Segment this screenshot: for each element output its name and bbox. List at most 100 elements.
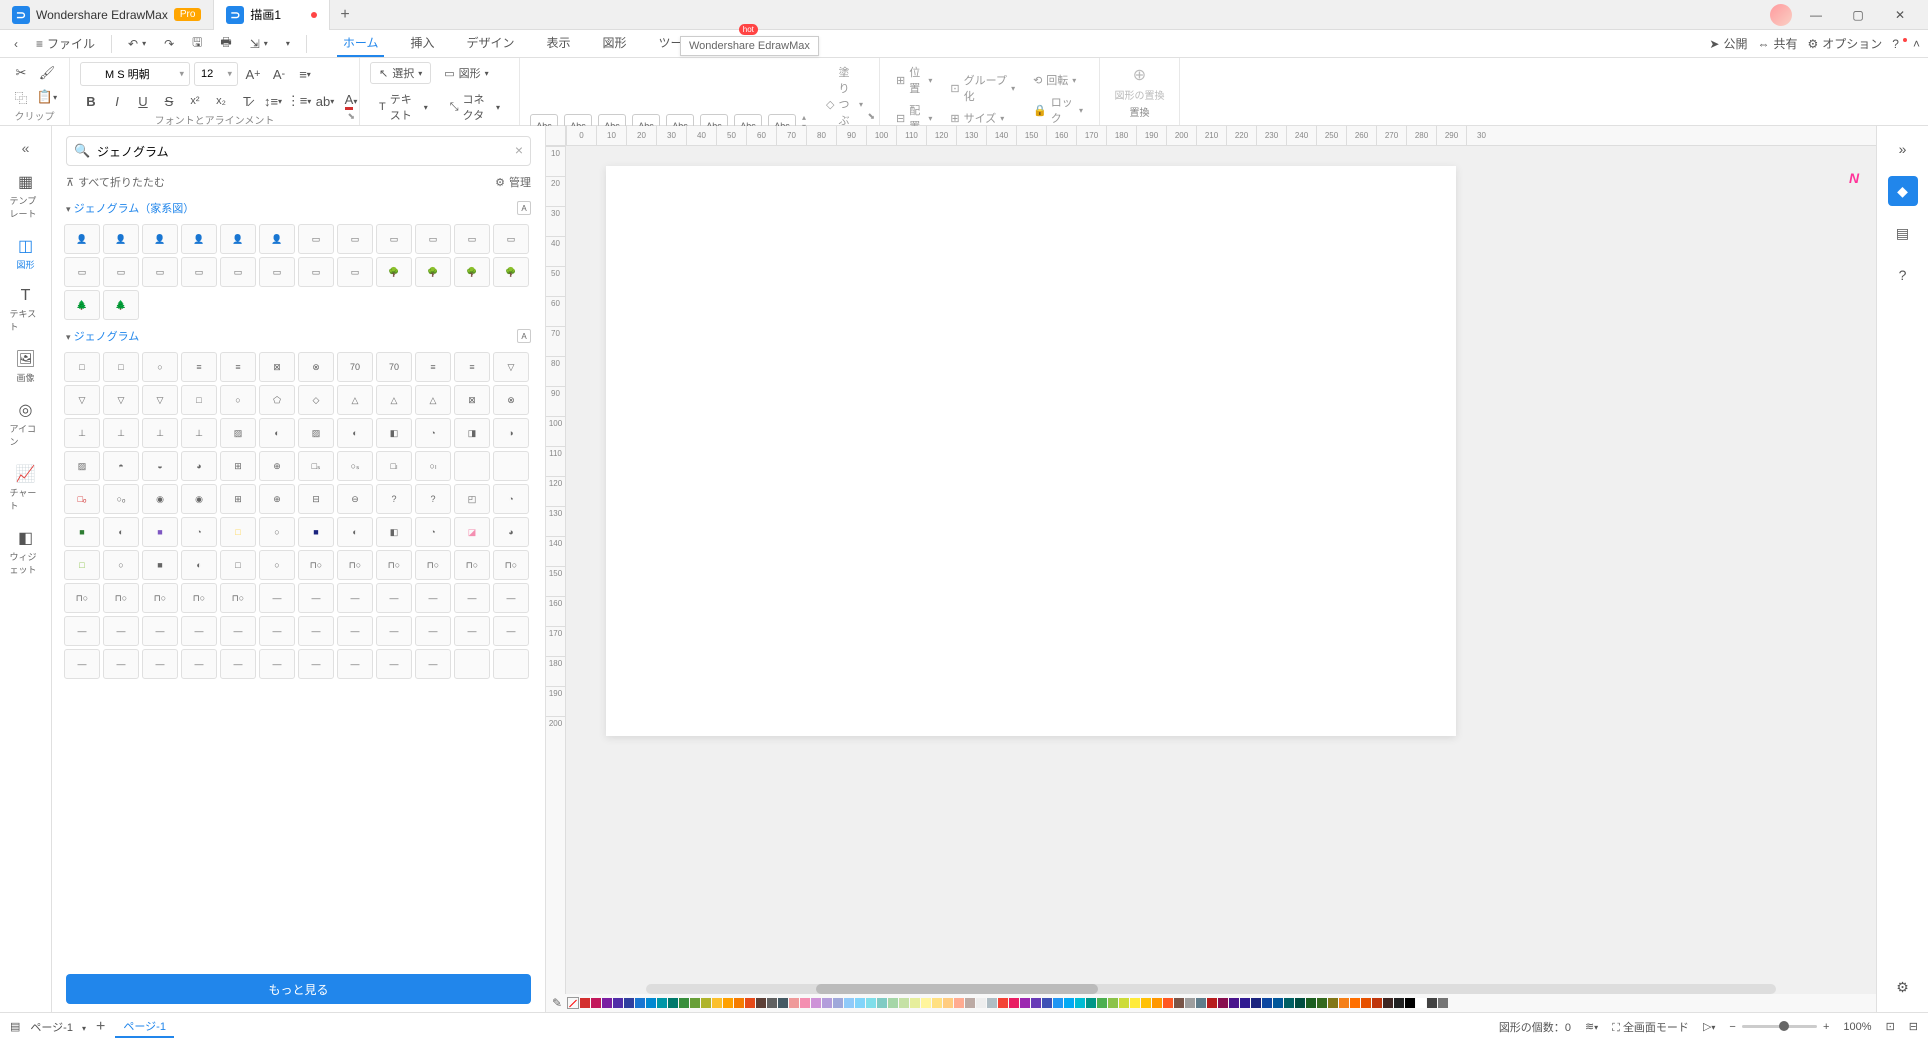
shape-item[interactable]: —	[259, 649, 295, 679]
format-painter-button[interactable]: 🖌	[36, 62, 58, 84]
align-button[interactable]: ≡▾	[294, 63, 316, 85]
color-swatch[interactable]	[943, 998, 953, 1008]
shape-tool-button[interactable]: ▭図形▾	[435, 62, 497, 84]
shape-item[interactable]: ◪	[454, 517, 490, 547]
zoom-in-button[interactable]: +	[1823, 1021, 1829, 1033]
color-swatch[interactable]	[624, 998, 634, 1008]
shape-item[interactable]: ⊗	[493, 385, 529, 415]
shape-item[interactable]: ▭	[103, 257, 139, 287]
shape-item[interactable]: □ₒ	[64, 484, 100, 514]
shape-item[interactable]: ⊥	[142, 418, 178, 448]
shape-item[interactable]: ■	[64, 517, 100, 547]
tab-design[interactable]: デザイン	[460, 30, 520, 57]
expand-panel-button[interactable]: »	[1888, 134, 1918, 164]
color-swatch[interactable]	[1031, 998, 1041, 1008]
cut-button[interactable]: ✂	[10, 62, 32, 84]
shape-item[interactable]: ≡	[454, 352, 490, 382]
color-swatch[interactable]	[800, 998, 810, 1008]
color-swatch[interactable]	[987, 998, 997, 1008]
color-swatch[interactable]	[1196, 998, 1206, 1008]
collapse-all-button[interactable]: ⊼すべて折りたたむ	[66, 174, 165, 190]
section-lib-icon[interactable]: A	[517, 329, 531, 343]
color-swatch[interactable]	[1086, 998, 1096, 1008]
color-swatch[interactable]	[756, 998, 766, 1008]
color-swatch[interactable]	[1306, 998, 1316, 1008]
color-swatch[interactable]	[778, 998, 788, 1008]
clear-format-button[interactable]: T̷	[236, 90, 258, 112]
shape-item[interactable]: ≡	[220, 352, 256, 382]
shape-item[interactable]: —	[415, 616, 451, 646]
shape-item[interactable]: ⊓○	[142, 583, 178, 613]
case-button[interactable]: ab▾	[314, 90, 336, 112]
shape-item[interactable]: ≡	[415, 352, 451, 382]
copy-button[interactable]: ⿻	[10, 86, 32, 108]
shape-item[interactable]: ⊗	[298, 352, 334, 382]
shape-item[interactable]: —	[181, 649, 217, 679]
shape-item[interactable]: ▭	[454, 224, 490, 254]
shape-item[interactable]	[454, 451, 490, 481]
color-swatch[interactable]	[1251, 998, 1261, 1008]
page-select-dropdown[interactable]: ページ-1 ▾	[30, 1019, 86, 1035]
clear-search-button[interactable]: ×	[515, 142, 523, 158]
shape-item[interactable]	[493, 649, 529, 679]
color-swatch[interactable]	[657, 998, 667, 1008]
color-swatch[interactable]	[899, 998, 909, 1008]
shape-item[interactable]: ○	[259, 517, 295, 547]
color-swatch[interactable]	[833, 998, 843, 1008]
color-swatch[interactable]	[1185, 998, 1195, 1008]
shape-item[interactable]: ▨	[298, 418, 334, 448]
close-button[interactable]: ✕	[1882, 0, 1918, 30]
color-swatch[interactable]	[910, 998, 920, 1008]
shape-item[interactable]: ⊓○	[454, 550, 490, 580]
select-tool-button[interactable]: ↖選択▾	[370, 62, 431, 84]
color-swatch[interactable]	[591, 998, 601, 1008]
shape-item[interactable]: —	[103, 649, 139, 679]
shape-item[interactable]: ○	[142, 352, 178, 382]
color-swatch[interactable]	[1240, 998, 1250, 1008]
shape-item[interactable]: ◔	[181, 517, 217, 547]
color-swatch[interactable]	[1152, 998, 1162, 1008]
shape-item[interactable]: ◕	[181, 451, 217, 481]
shape-item[interactable]: —	[142, 649, 178, 679]
shape-item[interactable]: —	[337, 649, 373, 679]
line-spacing-button[interactable]: ↕≡▾	[262, 90, 284, 112]
shape-item[interactable]: ◕	[493, 517, 529, 547]
shape-item[interactable]: —	[220, 649, 256, 679]
decrease-font-button[interactable]: A-	[268, 63, 290, 85]
font-launcher-icon[interactable]: ⬊	[347, 111, 355, 122]
shape-item[interactable]: 70	[376, 352, 412, 382]
shape-item[interactable]: □	[64, 550, 100, 580]
shape-item[interactable]: ⊥	[103, 418, 139, 448]
color-swatch[interactable]	[613, 998, 623, 1008]
shape-item[interactable]: 👤	[142, 224, 178, 254]
superscript-button[interactable]: x²	[184, 90, 206, 112]
manage-button[interactable]: ⚙管理	[495, 174, 531, 190]
rotate-button[interactable]: ⟲回転▾	[1027, 70, 1089, 90]
shape-item[interactable]: ⊕	[259, 484, 295, 514]
color-swatch[interactable]	[1064, 998, 1074, 1008]
shape-item[interactable]: ■	[142, 517, 178, 547]
color-swatch[interactable]	[1262, 998, 1272, 1008]
shape-item[interactable]: ▭	[415, 224, 451, 254]
rail-text[interactable]: Tテキスト	[4, 281, 48, 339]
color-swatch[interactable]	[1383, 998, 1393, 1008]
shape-item[interactable]: ◨	[454, 418, 490, 448]
color-swatch[interactable]	[1427, 998, 1437, 1008]
size-button[interactable]: ⊞サイズ▾	[944, 108, 1021, 128]
shape-item[interactable]: ◉	[142, 484, 178, 514]
color-swatch[interactable]	[1361, 998, 1371, 1008]
font-color-button[interactable]: A▾	[340, 90, 362, 112]
shape-item[interactable]: ◐	[337, 418, 373, 448]
settings-button[interactable]: ⚙	[1888, 972, 1918, 1002]
shape-item[interactable]: ⊖	[337, 484, 373, 514]
shape-item[interactable]: 🌳	[454, 257, 490, 287]
shape-item[interactable]: ○ₛ	[337, 451, 373, 481]
shape-item[interactable]: ◉	[181, 484, 217, 514]
color-swatch[interactable]	[1174, 998, 1184, 1008]
help-button[interactable]: ?	[1892, 37, 1903, 51]
shape-item[interactable]: ◒	[142, 451, 178, 481]
color-swatch[interactable]	[954, 998, 964, 1008]
shape-item[interactable]: ◧	[376, 517, 412, 547]
minimize-button[interactable]: —	[1798, 0, 1834, 30]
shape-item[interactable]: ⊓○	[298, 550, 334, 580]
